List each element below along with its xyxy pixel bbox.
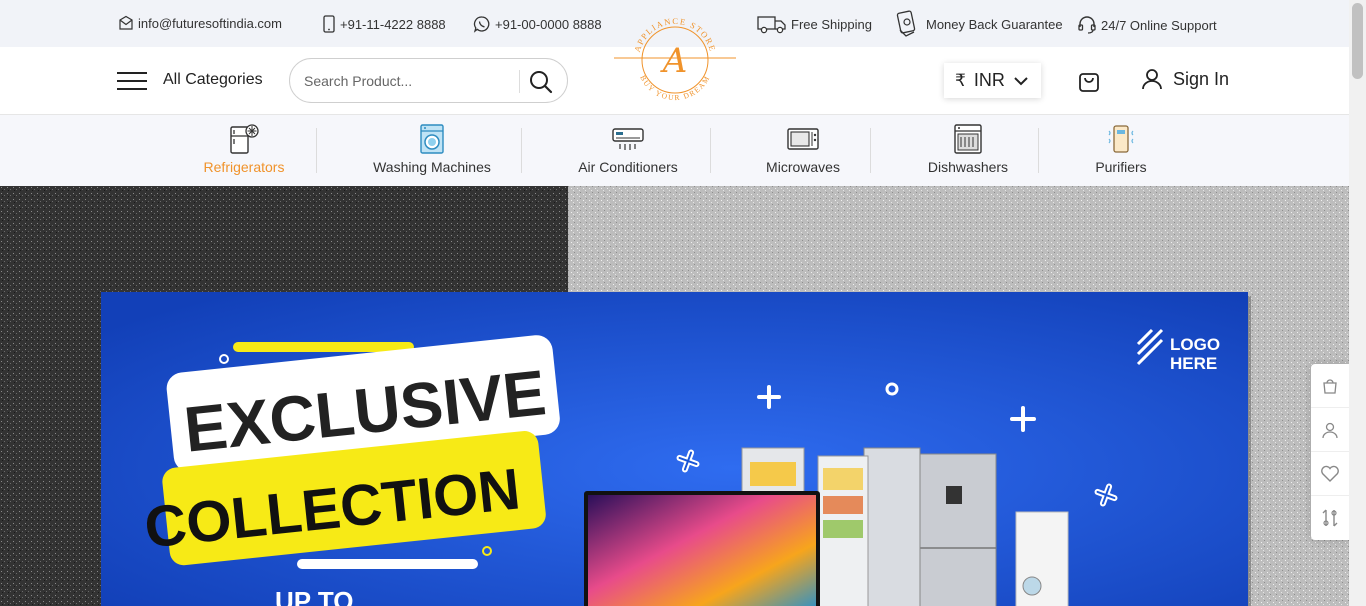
microwave-icon (787, 128, 819, 150)
air-conditioner-icon (612, 128, 644, 150)
free-shipping-info: Free Shipping (757, 13, 872, 35)
email-link[interactable]: info@futuresoftindia.com (118, 15, 282, 31)
purifier-icon (1108, 125, 1134, 153)
whatsapp-icon (473, 16, 490, 33)
sign-in-text: Sign In (1173, 68, 1230, 89)
category-separator (1038, 128, 1039, 173)
shopping-bag-icon (1079, 73, 1099, 92)
banner-partial-text: UP TO (275, 586, 354, 606)
side-wishlist-button[interactable] (1311, 452, 1349, 496)
hero-banner[interactable]: EXCLUSIVE COLLECTION UP TO LOGO HERE (0, 186, 1349, 606)
money-back-info: Money Back Guarantee (896, 10, 1063, 38)
category-label: Dishwashers (927, 159, 1009, 175)
heart-icon (1321, 465, 1339, 482)
category-label: Air Conditioners (578, 159, 678, 175)
search-bar (289, 58, 568, 103)
category-separator (710, 128, 711, 173)
side-compare-button[interactable] (1311, 496, 1349, 540)
support-text: 24/7 Online Support (1101, 17, 1217, 33)
delivery-truck-icon (757, 16, 786, 34)
search-divider (519, 70, 520, 93)
category-label: Washing Machines (373, 159, 491, 175)
category-label: Refrigerators (203, 159, 285, 175)
mobile-phone-icon (323, 15, 335, 33)
washing-machine-icon (420, 124, 444, 154)
category-refrigerators[interactable]: Refrigerators (199, 123, 289, 175)
phone-text: +91-11-4222 8888 (340, 16, 446, 32)
category-microwaves[interactable]: Microwaves (762, 123, 844, 175)
phone-link[interactable]: +91-11-4222 8888 (322, 15, 446, 33)
site-logo[interactable]: APPLIANCE STORE A BUY YOUR DREAM (613, 8, 737, 110)
search-icon (530, 71, 553, 94)
logo-letter: A (660, 41, 688, 81)
compare-icon (1322, 509, 1338, 527)
category-dishwashers[interactable]: Dishwashers (924, 123, 1012, 175)
email-text: info@futuresoftindia.com (138, 15, 282, 31)
money-back-icon (896, 10, 916, 37)
category-label: Microwaves (766, 159, 840, 175)
envelope-icon (119, 15, 133, 30)
category-label: Purifiers (1095, 159, 1147, 175)
refrigerator-icon (230, 124, 259, 154)
category-bar: Refrigerators Washing Machines Air Condi… (0, 115, 1349, 186)
hamburger-menu-icon[interactable] (117, 72, 147, 92)
user-icon (1142, 69, 1162, 90)
search-input[interactable] (304, 71, 504, 91)
category-separator (870, 128, 871, 173)
category-separator (316, 128, 317, 173)
user-icon (1322, 422, 1338, 438)
category-separator (521, 128, 522, 173)
chevron-down-icon (1014, 76, 1028, 85)
bag-icon (1323, 378, 1337, 394)
search-button[interactable] (528, 69, 554, 95)
category-washing-machines[interactable]: Washing Machines (370, 123, 494, 175)
sign-in-link[interactable]: Sign In (1141, 68, 1229, 90)
banner-logo-line-1: LOGO (1170, 335, 1220, 354)
rupee-symbol: ₹ (955, 70, 966, 90)
side-cart-button[interactable] (1311, 364, 1349, 408)
all-categories-link[interactable]: All Categories (163, 71, 263, 89)
page-scrollbar[interactable] (1349, 0, 1366, 606)
currency-selector[interactable]: ₹ INR (944, 63, 1041, 98)
currency-code: INR (973, 70, 1005, 90)
support-info: 24/7 Online Support (1077, 15, 1217, 35)
headset-icon (1078, 16, 1096, 34)
category-air-conditioners[interactable]: Air Conditioners (573, 123, 683, 175)
banner-logo-line-2: HERE (1170, 354, 1217, 373)
whatsapp-text: +91-00-0000 8888 (495, 16, 602, 32)
side-account-button[interactable] (1311, 408, 1349, 452)
free-shipping-text: Free Shipping (791, 16, 872, 32)
whatsapp-link[interactable]: +91-00-0000 8888 (473, 15, 602, 33)
cart-button[interactable] (1077, 69, 1101, 93)
floating-side-actions (1311, 364, 1349, 540)
category-purifiers[interactable]: Purifiers (1090, 123, 1152, 175)
scrollbar-thumb[interactable] (1352, 3, 1363, 79)
dishwasher-icon (954, 124, 982, 154)
money-back-text: Money Back Guarantee (926, 16, 1063, 32)
